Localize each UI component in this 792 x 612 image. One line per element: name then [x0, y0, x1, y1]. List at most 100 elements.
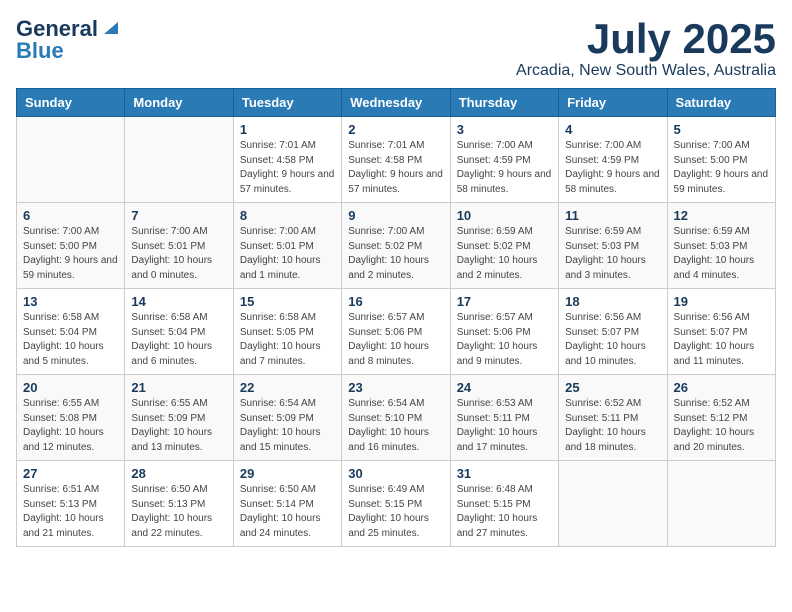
calendar-cell: [667, 461, 775, 547]
day-info: Sunrise: 6:48 AM Sunset: 5:15 PM Dayligh…: [457, 483, 552, 541]
day-number: 12: [674, 208, 769, 223]
day-number: 20: [23, 380, 118, 395]
day-info: Sunrise: 6:57 AM Sunset: 5:06 PM Dayligh…: [457, 311, 552, 369]
calendar-cell: 3Sunrise: 7:00 AM Sunset: 4:59 PM Daylig…: [450, 117, 558, 203]
day-info: Sunrise: 6:55 AM Sunset: 5:08 PM Dayligh…: [23, 397, 118, 455]
day-info: Sunrise: 7:00 AM Sunset: 5:02 PM Dayligh…: [348, 225, 443, 283]
day-number: 8: [240, 208, 335, 223]
day-number: 7: [131, 208, 226, 223]
calendar-cell: 6Sunrise: 7:00 AM Sunset: 5:00 PM Daylig…: [17, 203, 125, 289]
month-title: July 2025: [516, 16, 776, 62]
day-info: Sunrise: 7:01 AM Sunset: 4:58 PM Dayligh…: [348, 139, 443, 197]
day-info: Sunrise: 6:55 AM Sunset: 5:09 PM Dayligh…: [131, 397, 226, 455]
day-number: 14: [131, 294, 226, 309]
day-info: Sunrise: 6:49 AM Sunset: 5:15 PM Dayligh…: [348, 483, 443, 541]
day-number: 19: [674, 294, 769, 309]
calendar-cell: [559, 461, 667, 547]
day-info: Sunrise: 6:59 AM Sunset: 5:03 PM Dayligh…: [674, 225, 769, 283]
day-info: Sunrise: 6:58 AM Sunset: 5:04 PM Dayligh…: [131, 311, 226, 369]
day-number: 30: [348, 466, 443, 481]
calendar-cell: 25 Sunrise: 6:52 AM Sunset: 5:11 PM Dayli…: [559, 375, 667, 461]
calendar-cell: 4 Sunrise: 7:00 AM Sunset: 4:59 PM Daylig…: [559, 117, 667, 203]
day-info: Sunrise: 7:01 AM Sunset: 4:58 PM Dayligh…: [240, 139, 335, 197]
day-number: 17: [457, 294, 552, 309]
calendar-cell: 10 Sunrise: 6:59 AM Sunset: 5:02 PM Dayli…: [450, 203, 558, 289]
weekday-header: Monday: [125, 89, 233, 117]
day-number: 27: [23, 466, 118, 481]
calendar-cell: [17, 117, 125, 203]
calendar-cell: 15Sunrise: 6:58 AM Sunset: 5:05 PM Dayli…: [233, 289, 341, 375]
weekday-header: Friday: [559, 89, 667, 117]
calendar-cell: [125, 117, 233, 203]
day-info: Sunrise: 7:00 AM Sunset: 5:01 PM Dayligh…: [240, 225, 335, 283]
weekday-header: Tuesday: [233, 89, 341, 117]
day-info: Sunrise: 6:57 AM Sunset: 5:06 PM Dayligh…: [348, 311, 443, 369]
day-info: Sunrise: 6:50 AM Sunset: 5:13 PM Dayligh…: [131, 483, 226, 541]
calendar-cell: 1Sunrise: 7:01 AM Sunset: 4:58 PM Daylig…: [233, 117, 341, 203]
day-number: 25: [565, 380, 660, 395]
calendar-cell: 14 Sunrise: 6:58 AM Sunset: 5:04 PM Dayli…: [125, 289, 233, 375]
day-info: Sunrise: 6:54 AM Sunset: 5:09 PM Dayligh…: [240, 397, 335, 455]
logo: General Blue: [16, 16, 122, 64]
calendar-cell: 23Sunrise: 6:54 AM Sunset: 5:10 PM Dayli…: [342, 375, 450, 461]
day-number: 15: [240, 294, 335, 309]
calendar-cell: 7 Sunrise: 7:00 AM Sunset: 5:01 PM Daylig…: [125, 203, 233, 289]
day-number: 5: [674, 122, 769, 137]
calendar-week-row: 13Sunrise: 6:58 AM Sunset: 5:04 PM Dayli…: [17, 289, 776, 375]
day-number: 28: [131, 466, 226, 481]
day-number: 9: [348, 208, 443, 223]
calendar-cell: 11 Sunrise: 6:59 AM Sunset: 5:03 PM Dayli…: [559, 203, 667, 289]
calendar-cell: 8 Sunrise: 7:00 AM Sunset: 5:01 PM Daylig…: [233, 203, 341, 289]
weekday-header: Sunday: [17, 89, 125, 117]
day-info: Sunrise: 6:52 AM Sunset: 5:11 PM Dayligh…: [565, 397, 660, 455]
day-number: 31: [457, 466, 552, 481]
day-number: 23: [348, 380, 443, 395]
day-number: 6: [23, 208, 118, 223]
day-info: Sunrise: 7:00 AM Sunset: 5:01 PM Dayligh…: [131, 225, 226, 283]
calendar-cell: 22 Sunrise: 6:54 AM Sunset: 5:09 PM Dayli…: [233, 375, 341, 461]
calendar-cell: 31 Sunrise: 6:48 AM Sunset: 5:15 PM Dayli…: [450, 461, 558, 547]
page-header: General Blue July 2025 Arcadia, New Sout…: [16, 16, 776, 80]
day-number: 26: [674, 380, 769, 395]
calendar-cell: 28 Sunrise: 6:50 AM Sunset: 5:13 PM Dayli…: [125, 461, 233, 547]
day-number: 29: [240, 466, 335, 481]
day-info: Sunrise: 7:00 AM Sunset: 4:59 PM Dayligh…: [565, 139, 660, 197]
calendar-cell: 16Sunrise: 6:57 AM Sunset: 5:06 PM Dayli…: [342, 289, 450, 375]
day-number: 21: [131, 380, 226, 395]
day-info: Sunrise: 7:00 AM Sunset: 5:00 PM Dayligh…: [674, 139, 769, 197]
day-info: Sunrise: 6:53 AM Sunset: 5:11 PM Dayligh…: [457, 397, 552, 455]
day-info: Sunrise: 6:59 AM Sunset: 5:02 PM Dayligh…: [457, 225, 552, 283]
calendar-cell: 21 Sunrise: 6:55 AM Sunset: 5:09 PM Dayli…: [125, 375, 233, 461]
day-info: Sunrise: 6:51 AM Sunset: 5:13 PM Dayligh…: [23, 483, 118, 541]
weekday-header: Wednesday: [342, 89, 450, 117]
calendar-week-row: 27 Sunrise: 6:51 AM Sunset: 5:13 PM Dayli…: [17, 461, 776, 547]
calendar-week-row: 6Sunrise: 7:00 AM Sunset: 5:00 PM Daylig…: [17, 203, 776, 289]
calendar-cell: 20 Sunrise: 6:55 AM Sunset: 5:08 PM Dayli…: [17, 375, 125, 461]
day-info: Sunrise: 6:50 AM Sunset: 5:14 PM Dayligh…: [240, 483, 335, 541]
calendar-cell: 26 Sunrise: 6:52 AM Sunset: 5:12 PM Dayli…: [667, 375, 775, 461]
day-number: 10: [457, 208, 552, 223]
logo-arrow-icon: [100, 16, 122, 38]
day-number: 22: [240, 380, 335, 395]
day-number: 18: [565, 294, 660, 309]
day-info: Sunrise: 6:56 AM Sunset: 5:07 PM Dayligh…: [674, 311, 769, 369]
calendar-cell: 5 Sunrise: 7:00 AM Sunset: 5:00 PM Daylig…: [667, 117, 775, 203]
day-number: 24: [457, 380, 552, 395]
calendar-cell: 18 Sunrise: 6:56 AM Sunset: 5:07 PM Dayli…: [559, 289, 667, 375]
day-number: 3: [457, 122, 552, 137]
day-number: 4: [565, 122, 660, 137]
logo-blue-text: Blue: [16, 38, 64, 64]
location-title: Arcadia, New South Wales, Australia: [516, 62, 776, 80]
calendar-header-row: SundayMondayTuesdayWednesdayThursdayFrid…: [17, 89, 776, 117]
weekday-header: Thursday: [450, 89, 558, 117]
day-info: Sunrise: 6:58 AM Sunset: 5:04 PM Dayligh…: [23, 311, 118, 369]
weekday-header: Saturday: [667, 89, 775, 117]
calendar-table: SundayMondayTuesdayWednesdayThursdayFrid…: [16, 88, 776, 547]
calendar-cell: 19 Sunrise: 6:56 AM Sunset: 5:07 PM Dayli…: [667, 289, 775, 375]
calendar-cell: 12 Sunrise: 6:59 AM Sunset: 5:03 PM Dayli…: [667, 203, 775, 289]
day-info: Sunrise: 6:59 AM Sunset: 5:03 PM Dayligh…: [565, 225, 660, 283]
day-info: Sunrise: 6:52 AM Sunset: 5:12 PM Dayligh…: [674, 397, 769, 455]
calendar-week-row: 1Sunrise: 7:01 AM Sunset: 4:58 PM Daylig…: [17, 117, 776, 203]
day-info: Sunrise: 6:56 AM Sunset: 5:07 PM Dayligh…: [565, 311, 660, 369]
day-number: 11: [565, 208, 660, 223]
